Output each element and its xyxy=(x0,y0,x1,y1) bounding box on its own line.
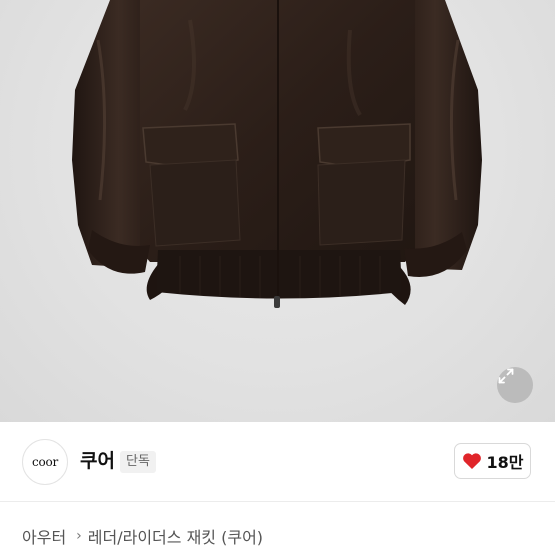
breadcrumb-subcategory[interactable]: 레더/라이더스 재킷 (쿠어) xyxy=(88,524,263,548)
brand-row: coor 쿠어 단독 18만 xyxy=(0,422,555,502)
brand-logo[interactable]: coor xyxy=(22,439,68,485)
like-count: 18만 xyxy=(486,453,524,472)
expand-image-button[interactable] xyxy=(497,367,533,403)
breadcrumb-category[interactable]: 아우터 xyxy=(22,524,66,548)
chevron-right-icon: › xyxy=(76,528,82,544)
leather-jacket-illustration xyxy=(72,0,482,308)
like-button[interactable]: 18만 xyxy=(454,443,531,479)
brand-logo-text: coor xyxy=(31,455,59,469)
brand-name[interactable]: 쿠어 xyxy=(80,449,115,473)
exclusive-badge: 단독 xyxy=(120,451,156,473)
breadcrumb: 아우터 › 레더/라이더스 재킷 (쿠어) xyxy=(22,524,263,548)
product-image[interactable] xyxy=(0,0,555,422)
expand-arrows-icon xyxy=(498,368,514,384)
heart-icon xyxy=(462,453,481,469)
